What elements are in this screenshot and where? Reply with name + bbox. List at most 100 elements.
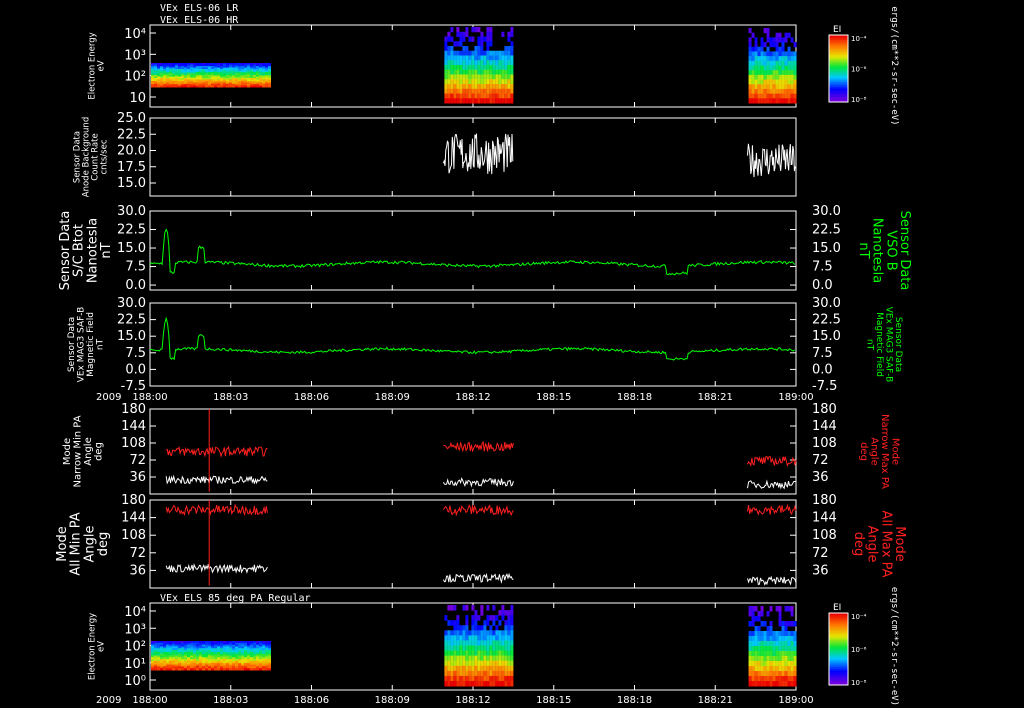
spectrogram-cell [507,650,511,657]
spectrogram-cell [772,631,776,637]
spectrogram-cell [447,69,451,75]
spectrogram-cell [766,631,770,637]
panel-0-ytick-label-1: 10³ [124,48,146,63]
spectrogram-cell [447,620,451,626]
spectrogram-cell [787,32,791,38]
spectrogram-cell [763,98,767,104]
panel-2-right-label-line-3: nT [856,242,871,258]
spectrogram-cell [772,98,776,104]
spectrogram-cell [501,640,505,646]
spectrogram-cell [751,65,755,71]
spectrogram-cell [501,55,505,61]
spectrogram-cell [456,69,460,75]
spectrogram-cell [781,37,785,43]
colorbar-tick-1: 10⁻⁶ [851,646,867,654]
year-label-mid: 2009 [96,392,121,403]
spectrogram-cell [489,675,493,682]
spectrogram-cell [450,55,454,61]
spectrogram-cell [489,69,493,75]
spectrogram-cell [492,55,496,61]
spectrogram-cell [151,85,154,88]
spectrogram-cell [772,56,776,62]
spectrogram-cell [474,27,478,33]
spectrogram-cell [507,645,511,652]
spectrogram-cell [462,74,466,80]
spectrogram-cell [769,42,773,48]
spectrogram-cell [510,615,514,621]
spectrogram-cell [474,635,478,641]
spectrogram-cell [790,56,794,62]
header-line-1: VEx ELS-06 LR [160,3,239,14]
spectrogram-cell [450,69,454,75]
spectrogram-cell [462,680,466,687]
spectrogram-cell [456,79,460,85]
spectrogram-cell [477,27,481,33]
spectrogram-cell [507,670,511,677]
spectrogram-cell [444,615,448,621]
spectrogram-cell [769,666,773,672]
spectrogram-cell [259,85,262,88]
spectrogram-cell [781,42,785,48]
spectrogram-cell [444,675,448,682]
spectrogram-cell [495,650,499,657]
spectrogram-cell [477,65,481,71]
spectrogram-cell [790,661,794,667]
spectrogram-cell [462,645,466,652]
spectrogram-cell [486,675,490,682]
spectrogram-cell [462,88,466,94]
spectrogram-cell [748,676,752,682]
spectrogram-cell [450,98,454,104]
spectrogram-cell [486,69,490,75]
spectrogram-cell [444,680,448,687]
spectrogram-cell [778,681,782,687]
spectrogram-cell [507,620,511,626]
spectrogram-cell [775,661,779,667]
spectrogram-cell [769,70,773,76]
spectrogram-cell [510,625,514,631]
spectrogram-cell [510,630,514,636]
pa-min-series [442,477,514,488]
spectrogram-cell [477,36,481,42]
spectrogram-cell [510,635,514,641]
spectrogram-cell [474,84,478,90]
spectrogram-cell [784,60,788,66]
spectrogram-cell [166,668,169,671]
spectrogram-cell [477,46,481,52]
spectrogram-cell [760,651,764,657]
spectrogram-cell [462,640,466,646]
spectrogram-cell [504,650,508,657]
spectrogram-cell [751,661,755,667]
spectrogram-cell [504,620,508,626]
spectrogram-cell [486,65,490,71]
spectrogram-cell [486,88,490,94]
spectrogram-cell [748,93,752,99]
spectrogram-cell [492,84,496,90]
spectrogram-cell [450,680,454,687]
spectrogram-cell [781,51,785,57]
spectrogram-cell [751,666,755,672]
panel-2-ytick-right-label-3: 7.5 [812,260,833,275]
spectrogram-cell [489,655,493,662]
spectrogram-cell [480,675,484,682]
spectrogram-cell [474,610,478,616]
spectrogram-cell [760,646,764,652]
spectrogram-cell [462,79,466,85]
spectrogram-cell [748,636,752,642]
spectrogram-cell [751,88,755,95]
spectrogram-cell [784,636,788,642]
spectrogram-cell [486,670,490,677]
spectrogram-cell [444,630,448,636]
spectrogram-cell [235,85,238,88]
spectrogram-cell [748,606,752,612]
spectrogram-cell [787,641,791,647]
spectrogram-cell [772,60,776,66]
panel-4-right-label-line-2: Angle [868,437,879,465]
spectrogram-cell [772,79,776,85]
panel-4-ytick-right-label-0: 180 [812,402,837,417]
spectrogram-cell [775,60,779,66]
spectrogram-cell [754,65,758,71]
spectrogram-cell [471,27,475,33]
spectrogram-cell [769,65,773,71]
spectrogram-cell [772,676,776,682]
spectrogram-cell [453,640,457,646]
